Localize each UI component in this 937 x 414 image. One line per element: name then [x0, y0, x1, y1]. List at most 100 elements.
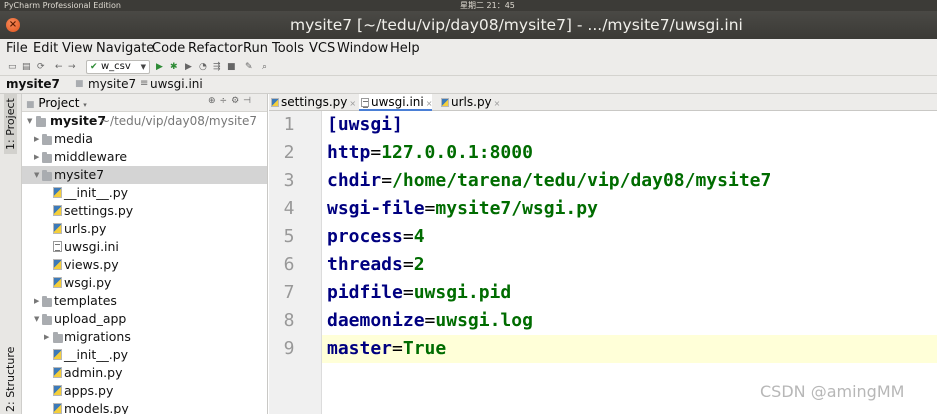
- code-line[interactable]: chdir=/home/tarena/tedu/vip/day08/mysite…: [322, 167, 937, 195]
- ini-key: daemonize: [327, 310, 425, 331]
- run-icon[interactable]: ▶: [156, 61, 163, 73]
- profile-icon[interactable]: ◔: [199, 61, 207, 73]
- code-line[interactable]: process=4: [322, 223, 937, 251]
- tree-item-root[interactable]: ▼ mysite7 ~/tedu/vip/day08/mysite7: [22, 112, 267, 130]
- window-title-bar: × mysite7 [~/tedu/vip/day08/mysite7] - .…: [0, 11, 937, 39]
- collapse-arrow-icon[interactable]: ▶: [34, 130, 39, 148]
- menu-edit[interactable]: Edit: [33, 41, 58, 56]
- tab-uwsgi-ini[interactable]: uwsgi.ini ×: [359, 94, 433, 111]
- left-tool-strip: 1: Project 2: Structure: [0, 94, 22, 414]
- menu-refactor[interactable]: Refactor: [188, 41, 243, 56]
- concurrency-icon[interactable]: ⇶: [213, 61, 221, 73]
- tree-item-uwsgi-ini[interactable]: uwsgi.ini: [22, 238, 267, 256]
- toolbar: ▭ ▤ ⟳ ← → ✔ w_csv ▼ ▶ ✱ ▶ ◔ ⇶ ■ ✎ ⌕: [0, 59, 937, 76]
- menu-code[interactable]: Code: [152, 41, 185, 56]
- folder-icon: ■: [75, 79, 84, 89]
- locate-icon[interactable]: ⊕: [208, 96, 220, 106]
- menu-vcs[interactable]: VCS: [309, 41, 335, 56]
- tree-item-upload-app[interactable]: ▼ upload_app: [22, 310, 267, 328]
- collapse-arrow-icon[interactable]: ▶: [34, 292, 39, 310]
- menu-window[interactable]: Window: [337, 41, 388, 56]
- tree-item-views-py[interactable]: views.py: [22, 256, 267, 274]
- hide-icon[interactable]: ⊣: [243, 96, 255, 106]
- tree-item-admin-py[interactable]: admin.py: [22, 364, 267, 382]
- tree-item-media[interactable]: ▶ media: [22, 130, 267, 148]
- tab-urls-py[interactable]: urls.py ×: [439, 94, 500, 111]
- os-app-name[interactable]: PyCharm Professional Edition: [4, 0, 121, 11]
- tree-item-init-py-2[interactable]: __init__.py: [22, 346, 267, 364]
- collapse-arrow-icon[interactable]: ▶: [34, 148, 39, 166]
- window-close-button[interactable]: ×: [6, 18, 20, 32]
- folder-icon: [42, 296, 52, 307]
- code-line-current[interactable]: master=True: [322, 335, 937, 363]
- tree-item-urls-py[interactable]: urls.py: [22, 220, 267, 238]
- expand-arrow-icon[interactable]: ▼: [34, 310, 39, 328]
- menu-tools[interactable]: Tools: [272, 41, 304, 56]
- line-number: 1: [283, 114, 295, 135]
- code-editor[interactable]: [uwsgi] http=127.0.0.1:8000 chdir=/home/…: [322, 111, 937, 414]
- tab-label: uwsgi.ini: [371, 95, 424, 109]
- ini-key: http: [327, 142, 371, 163]
- search-icon[interactable]: ⌕: [262, 61, 267, 73]
- tree-item-settings-py[interactable]: settings.py: [22, 202, 267, 220]
- os-clock[interactable]: 星期二 21：45: [460, 0, 515, 11]
- breadcrumb-item-module[interactable]: mysite7: [88, 77, 136, 91]
- code-line[interactable]: http=127.0.0.1:8000: [322, 139, 937, 167]
- tree-item-templates[interactable]: ▶ templates: [22, 292, 267, 310]
- breadcrumb-item-file[interactable]: uwsgi.ini: [150, 77, 203, 91]
- gear-icon[interactable]: ⚙: [231, 96, 243, 106]
- tree-item-models-py[interactable]: models.py: [22, 400, 267, 414]
- run-config-select[interactable]: ✔ w_csv ▼: [86, 60, 150, 74]
- code-line[interactable]: daemonize=uwsgi.log: [322, 307, 937, 335]
- save-icon[interactable]: ▤: [22, 61, 31, 73]
- check-icon: ✔: [90, 62, 98, 72]
- tree-item-label: __init__.py: [64, 347, 129, 362]
- stop-icon[interactable]: ■: [227, 61, 236, 73]
- project-view-selector[interactable]: ■ Project ▾: [26, 96, 87, 110]
- tree-item-middleware[interactable]: ▶ middleware: [22, 148, 267, 166]
- debug-icon[interactable]: ✱: [170, 61, 178, 73]
- tree-item-label: settings.py: [64, 203, 134, 218]
- settings-wrench-icon[interactable]: ✎: [245, 61, 253, 73]
- code-line[interactable]: [uwsgi]: [322, 111, 937, 139]
- ini-section: [uwsgi]: [327, 114, 403, 135]
- close-tab-icon[interactable]: ×: [349, 99, 356, 108]
- close-tab-icon[interactable]: ×: [426, 99, 433, 108]
- ini-value: 4: [413, 226, 425, 247]
- menu-file[interactable]: File: [6, 41, 28, 56]
- collapse-arrow-icon[interactable]: ▶: [44, 328, 49, 346]
- forward-icon[interactable]: →: [68, 61, 76, 73]
- code-line[interactable]: threads=2: [322, 251, 937, 279]
- python-file-icon: [53, 205, 62, 216]
- tab-label: settings.py: [281, 95, 348, 109]
- menu-help[interactable]: Help: [390, 41, 420, 56]
- ini-value: mysite7/wsgi.py: [435, 198, 598, 219]
- back-icon[interactable]: ←: [55, 61, 63, 73]
- code-line[interactable]: pidfile=uwsgi.pid: [322, 279, 937, 307]
- tree-item-wsgi-py[interactable]: wsgi.py: [22, 274, 267, 292]
- tree-item-path: ~/tedu/vip/day08/mysite7: [100, 114, 258, 128]
- python-file-icon: [53, 367, 62, 378]
- tab-project[interactable]: 1: Project: [4, 94, 17, 154]
- collapse-icon[interactable]: ÷: [220, 96, 232, 106]
- tab-settings-py[interactable]: settings.py ×: [269, 94, 356, 111]
- tree-item-apps-py[interactable]: apps.py: [22, 382, 267, 400]
- expand-arrow-icon[interactable]: ▼: [27, 112, 32, 130]
- ini-key: chdir: [327, 170, 382, 191]
- close-tab-icon[interactable]: ×: [494, 99, 501, 108]
- menu-navigate[interactable]: Navigate: [96, 41, 154, 56]
- watermark: CSDN @amingMM: [760, 382, 905, 401]
- sync-icon[interactable]: ⟳: [37, 61, 45, 73]
- menu-view[interactable]: View: [62, 41, 93, 56]
- code-line[interactable]: wsgi-file=mysite7/wsgi.py: [322, 195, 937, 223]
- breadcrumb-item-project[interactable]: mysite7: [6, 77, 60, 91]
- tree-item-mysite7-package[interactable]: ▼ mysite7: [22, 166, 267, 184]
- coverage-icon[interactable]: ▶: [185, 61, 192, 73]
- tree-item-migrations[interactable]: ▶ migrations: [22, 328, 267, 346]
- expand-arrow-icon[interactable]: ▼: [34, 166, 39, 184]
- menu-run[interactable]: Run: [243, 41, 268, 56]
- ini-value: uwsgi.log: [435, 310, 533, 331]
- tree-item-init-py[interactable]: __init__.py: [22, 184, 267, 202]
- open-icon[interactable]: ▭: [8, 61, 17, 73]
- tab-structure[interactable]: 2: Structure: [4, 347, 17, 412]
